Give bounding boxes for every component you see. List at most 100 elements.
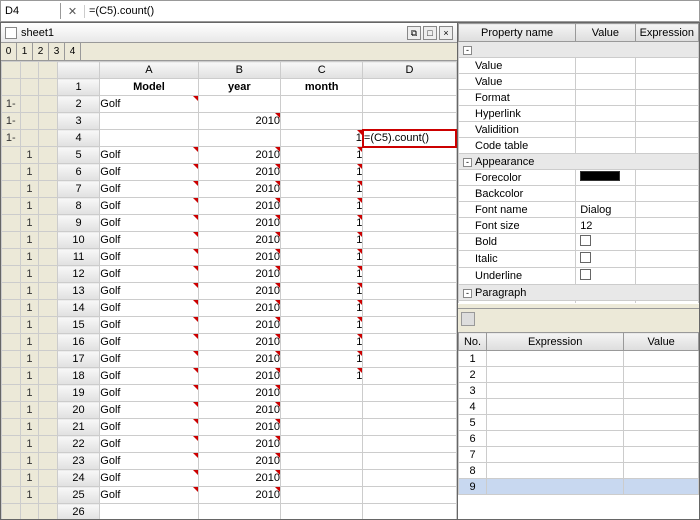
outline-toggle[interactable] [2,351,21,368]
property-expr[interactable] [635,234,698,251]
cell[interactable] [281,385,363,402]
color-swatch[interactable] [580,171,620,181]
property-expr[interactable] [635,268,698,285]
property-expr[interactable] [635,58,698,74]
cell[interactable] [281,504,363,520]
property-value[interactable] [576,186,635,202]
checkbox[interactable] [580,252,591,263]
cell[interactable] [100,130,198,147]
expression-row[interactable]: 8 [459,463,699,479]
expr-cell[interactable] [487,367,624,383]
cell[interactable] [281,453,363,470]
checkbox[interactable] [580,269,591,280]
maximize-icon[interactable]: □ [423,26,437,40]
cell[interactable] [281,470,363,487]
outline-level-1[interactable]: 1 [17,43,33,60]
expr-cell[interactable] [487,463,624,479]
cell[interactable]: 1 [281,249,363,266]
property-value[interactable] [576,58,635,74]
checkbox[interactable] [580,235,591,246]
expr-value-cell[interactable] [624,463,699,479]
outline-toggle[interactable]: 1- [2,130,21,147]
cell[interactable]: 1 [281,130,363,147]
cell[interactable]: 2010 [198,487,280,504]
cell[interactable]: month [281,79,363,96]
cell[interactable]: 2010 [198,368,280,385]
cell[interactable]: 2010 [198,300,280,317]
outline-toggle[interactable] [2,385,21,402]
outline-toggle[interactable]: 1- [2,113,21,130]
expr-cell[interactable] [487,431,624,447]
cell[interactable] [363,232,456,249]
property-expr[interactable] [635,138,698,154]
cell[interactable]: 1 [281,181,363,198]
cell[interactable]: 1 [281,232,363,249]
property-expr[interactable] [635,218,698,234]
expr-value-cell[interactable] [624,351,699,367]
property-value[interactable] [576,106,635,122]
property-expr[interactable] [635,202,698,218]
cell[interactable]: 1 [281,317,363,334]
cell[interactable]: 2010 [198,249,280,266]
property-expr[interactable] [635,106,698,122]
expression-row[interactable]: 2 [459,367,699,383]
expr-cell[interactable] [487,351,624,367]
cell[interactable] [363,487,456,504]
cell[interactable]: Golf [100,96,198,113]
property-value[interactable] [576,90,635,106]
collapse-icon[interactable]: - [463,289,472,298]
cell[interactable]: 2010 [198,453,280,470]
cell[interactable]: 2010 [198,470,280,487]
formula-x-icon[interactable]: ✕ [61,5,85,18]
cell[interactable]: 1 [281,300,363,317]
cell[interactable]: Golf [100,453,198,470]
cell[interactable] [281,96,363,113]
row-header[interactable]: 8 [57,198,100,215]
expr-cell[interactable] [487,479,624,495]
column-header-B[interactable]: B [198,62,280,79]
cell[interactable] [363,504,456,520]
row-header[interactable]: 18 [57,368,100,385]
outline-toggle[interactable]: 1- [2,96,21,113]
row-header[interactable]: 10 [57,232,100,249]
property-value[interactable]: Dialog [576,202,635,218]
cell[interactable] [363,266,456,283]
cell[interactable]: 2010 [198,215,280,232]
outline-level-4[interactable]: 4 [65,43,81,60]
row-header[interactable]: 25 [57,487,100,504]
collapse-icon[interactable]: - [463,158,472,167]
row-header[interactable]: 17 [57,351,100,368]
expression-row[interactable]: 4 [459,399,699,415]
outline-toggle[interactable] [2,249,21,266]
row-header[interactable]: 12 [57,266,100,283]
outline-toggle[interactable] [2,317,21,334]
selected-cell[interactable]: =(C5).count() [363,130,456,147]
row-header[interactable]: 14 [57,300,100,317]
outline-level-3[interactable]: 3 [49,43,65,60]
expr-value-cell[interactable] [624,415,699,431]
cell[interactable] [281,487,363,504]
expression-row[interactable]: 5 [459,415,699,431]
cell[interactable]: Golf [100,147,198,164]
cell[interactable] [363,419,456,436]
close-icon[interactable]: × [439,26,453,40]
props-header-expr[interactable]: Expression [635,24,698,42]
cell[interactable]: Golf [100,215,198,232]
cell[interactable] [363,215,456,232]
row-header[interactable]: 4 [57,130,100,147]
property-value[interactable] [576,74,635,90]
cell[interactable]: 2010 [198,147,280,164]
outline-toggle[interactable] [2,419,21,436]
outline-toggle[interactable] [2,181,21,198]
property-expr[interactable] [635,122,698,138]
cell[interactable] [363,385,456,402]
expr-cell[interactable] [487,415,624,431]
row-header[interactable]: 3 [57,113,100,130]
outline-toggle[interactable] [2,368,21,385]
formula-input[interactable] [85,3,699,19]
property-value[interactable] [576,122,635,138]
cell[interactable]: Golf [100,300,198,317]
cell[interactable]: Golf [100,232,198,249]
cell[interactable]: Golf [100,317,198,334]
expr-cell[interactable] [487,383,624,399]
